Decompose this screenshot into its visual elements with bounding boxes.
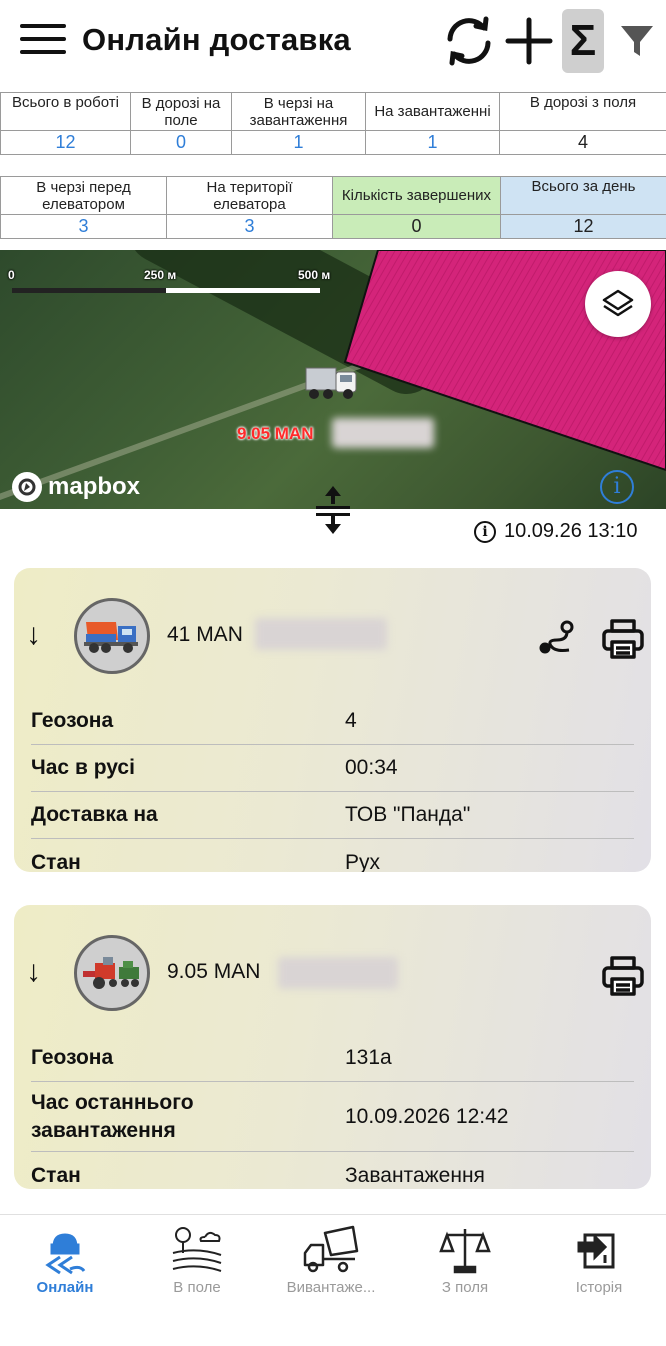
row-value: 131a — [345, 1046, 392, 1069]
stats-table-bottom: В черзі перед елеватором На території ел… — [0, 176, 666, 239]
timestamp-text: 10.09.26 13:10 — [504, 520, 638, 542]
stat-header-elevator-queue: В черзі перед елеватором — [0, 176, 167, 215]
expand-arrow-icon[interactable]: ↓ — [26, 955, 41, 989]
vehicle-name: 9.05 MAN — [167, 960, 261, 983]
stat-header-loading-queue: В черзі на завантаження — [231, 92, 366, 131]
row-value: ТОВ "Панда" — [345, 803, 471, 826]
nav-label: Онлайн — [36, 1279, 94, 1296]
stat-header-from-field: В дорозі з поля — [499, 92, 666, 131]
harvester-avatar-icon — [74, 935, 150, 1011]
bottom-navigation: Онлайн В поле Вивантаже... З поля Історі… — [0, 1214, 666, 1346]
mapbox-text: mapbox — [48, 473, 141, 500]
scales-icon — [400, 1225, 530, 1275]
scale-label-250: 250 м — [144, 268, 177, 282]
nav-tab-to-field[interactable]: В поле — [132, 1225, 262, 1296]
stat-value-to-field[interactable]: 0 — [130, 130, 232, 155]
vehicle-card[interactable]: ↓ 41 MAN Геозона 4 Час в русі 00:34 Дост… — [14, 568, 651, 872]
map-scale-bar: 0 250 м 500 м — [8, 268, 338, 294]
row-label: Геозона — [31, 709, 114, 732]
stat-header-completed: Кількість завершених — [332, 176, 501, 215]
info-icon[interactable]: i — [474, 520, 496, 543]
sum-icon[interactable]: Σ — [562, 9, 604, 73]
app-header: Онлайн доставка Σ — [0, 0, 666, 84]
expand-arrow-icon[interactable]: ↓ — [26, 618, 41, 652]
map-truck-label[interactable]: 9.05 MAN — [237, 424, 314, 444]
redacted-plate — [278, 957, 398, 989]
stat-value-day-total: 12 — [500, 214, 666, 239]
row-label: Стан — [31, 850, 81, 873]
stat-value-loading-queue[interactable]: 1 — [231, 130, 366, 155]
map-info-icon[interactable]: i — [600, 470, 634, 504]
nav-tab-from-field[interactable]: З поля — [400, 1225, 530, 1296]
refresh-icon[interactable] — [440, 10, 498, 72]
nav-tab-online[interactable]: Онлайн — [0, 1225, 130, 1296]
nav-tab-unloading[interactable]: Вивантаже... — [266, 1225, 396, 1296]
card-row: Геозона 4 — [31, 698, 634, 745]
redacted-plate — [332, 418, 434, 448]
stats-table-top: Всього в роботі В дорозі на поле В черзі… — [0, 92, 666, 155]
nav-label: З поля — [441, 1279, 489, 1296]
card-row: Доставка на ТОВ "Панда" — [31, 792, 634, 839]
stat-value-loading[interactable]: 1 — [365, 130, 500, 155]
print-icon[interactable] — [601, 618, 645, 660]
stat-value-from-field: 4 — [499, 130, 666, 155]
scale-label-0: 0 — [8, 268, 15, 282]
filter-icon[interactable] — [608, 10, 666, 72]
map-view[interactable]: 0 250 м 500 м — [0, 250, 666, 509]
row-value: Завантаження — [345, 1163, 485, 1187]
mapbox-logo: mapbox — [12, 472, 140, 502]
online-road-icon — [0, 1225, 130, 1275]
row-label: Геозона — [31, 1046, 114, 1069]
redacted-plate — [255, 618, 387, 650]
row-value: 4 — [345, 709, 357, 732]
vehicle-name: 41 MAN — [167, 623, 243, 646]
mapbox-mark-icon — [12, 472, 42, 502]
nav-label: Історія — [575, 1279, 623, 1296]
hamburger-menu-icon[interactable] — [20, 24, 66, 58]
stat-header-day-total: Всього за день — [500, 176, 666, 215]
card-row: Стан Рух — [31, 839, 634, 873]
route-icon[interactable] — [537, 618, 577, 658]
row-label: Стан — [31, 1163, 81, 1187]
stat-header-in-work: Всього в роботі — [0, 92, 131, 131]
truck-marker-icon[interactable] — [304, 364, 360, 404]
stat-header-elevator-territory: На території елеватора — [166, 176, 333, 215]
vehicle-card[interactable]: ↓ 9.05 MAN Геозона 131a Час останнього з… — [14, 905, 651, 1189]
add-icon[interactable] — [500, 10, 558, 72]
card-row: Час останнього завантаження 10.09.2026 1… — [31, 1082, 634, 1152]
dump-truck-icon — [266, 1225, 396, 1275]
row-value: 00:34 — [345, 756, 398, 779]
history-icon — [534, 1225, 664, 1275]
stat-header-loading: На завантаженні — [365, 92, 500, 131]
print-icon[interactable] — [601, 955, 645, 997]
row-label: Доставка на — [31, 803, 158, 826]
field-icon — [132, 1225, 262, 1275]
last-update-timestamp: i 10.09.26 13:10 — [474, 520, 637, 543]
stat-value-completed: 0 — [332, 214, 501, 239]
stat-value-in-work[interactable]: 12 — [0, 130, 131, 155]
stat-value-elevator-queue[interactable]: 3 — [0, 214, 167, 239]
nav-tab-history[interactable]: Історія — [534, 1225, 664, 1296]
card-row: Стан Завантаження — [31, 1152, 634, 1189]
card-row: Геозона 131a — [31, 1035, 634, 1082]
stat-value-elevator-territory[interactable]: 3 — [166, 214, 333, 239]
layers-icon[interactable] — [585, 271, 651, 337]
resize-splitter-icon[interactable] — [314, 484, 352, 536]
stat-header-to-field: В дорозі на поле — [130, 92, 232, 131]
page-title: Онлайн доставка — [82, 22, 351, 57]
row-label: Час останнього завантаження — [31, 1090, 194, 1142]
nav-label: В поле — [173, 1279, 221, 1296]
row-value: Рух — [345, 850, 381, 873]
card-row: Час в русі 00:34 — [31, 745, 634, 792]
dump-truck-avatar-icon — [74, 598, 150, 674]
row-label: Час в русі — [31, 756, 135, 779]
scale-label-500: 500 м — [298, 268, 331, 282]
row-value: 10.09.2026 12:42 — [345, 1104, 509, 1128]
nav-label: Вивантаже... — [286, 1279, 376, 1296]
